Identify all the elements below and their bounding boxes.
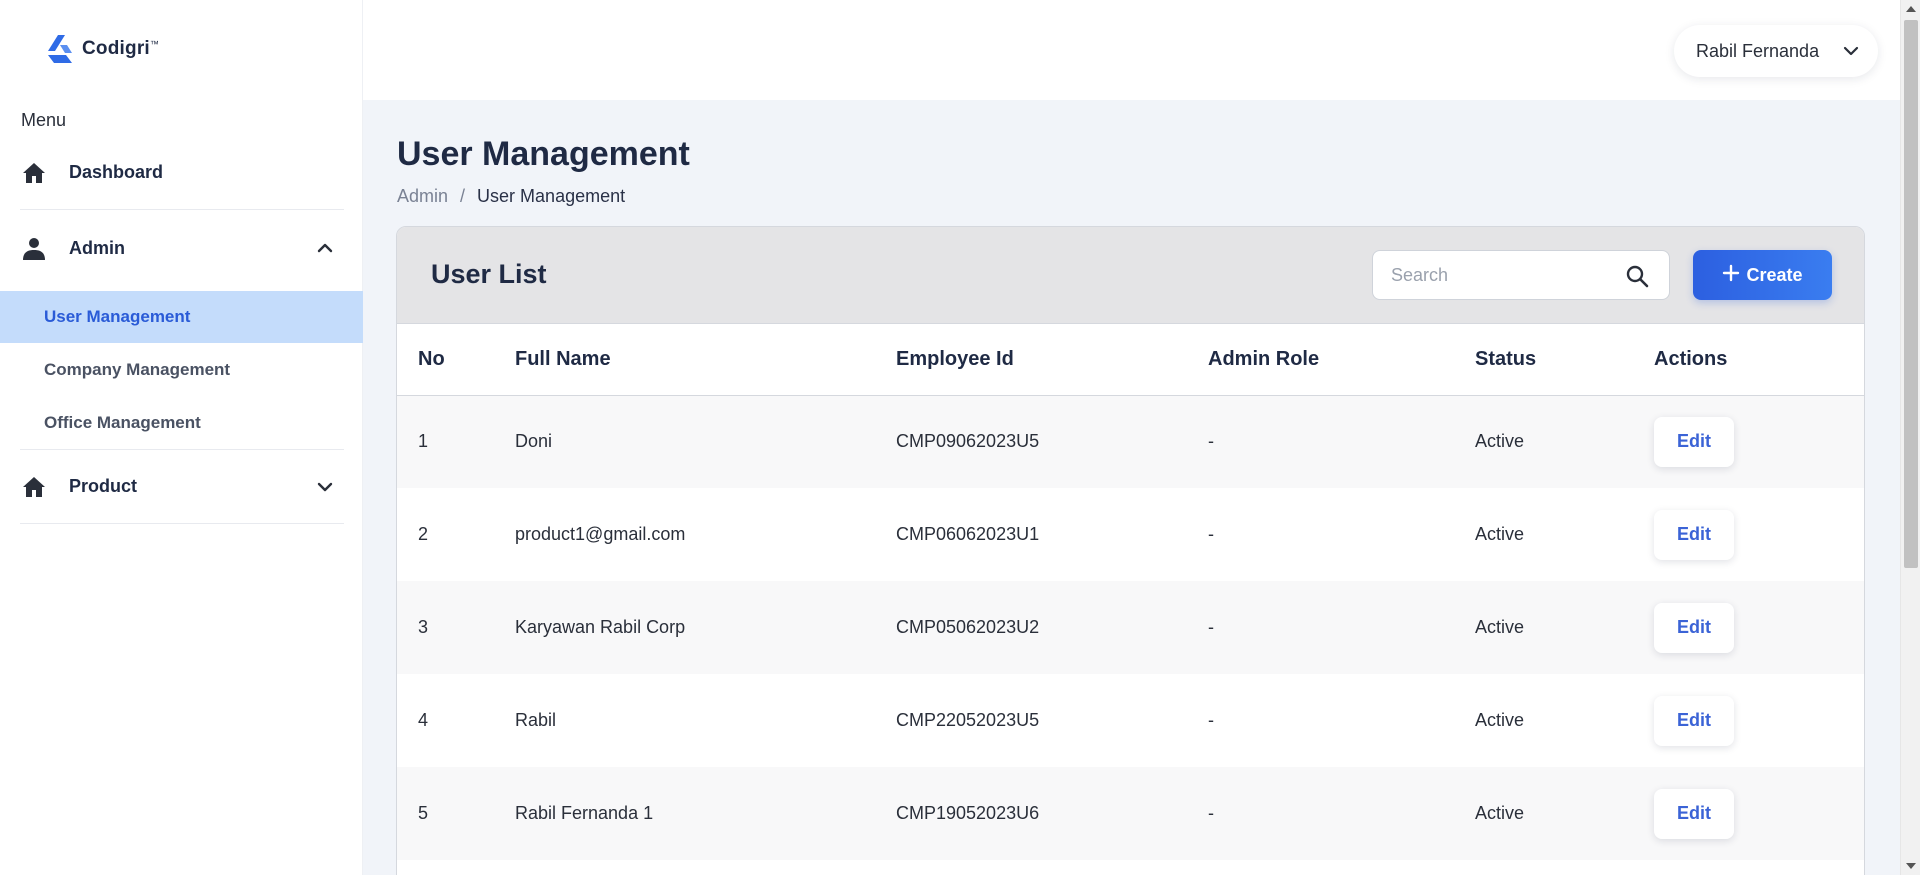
user-name: Rabil Fernanda bbox=[1696, 40, 1820, 61]
page-title: User Management bbox=[397, 135, 690, 173]
home-icon bbox=[20, 473, 48, 501]
sidebar-item-admin[interactable]: Admin bbox=[20, 211, 344, 285]
cell-full-name: Rabil Fernanda 1 bbox=[515, 767, 896, 860]
user-menu-button[interactable]: Rabil Fernanda bbox=[1674, 25, 1878, 77]
edit-button[interactable]: Edit bbox=[1654, 416, 1734, 467]
user-table: No Full Name Employee Id Admin Role Stat… bbox=[397, 324, 1864, 860]
page-scrollbar[interactable] bbox=[1900, 0, 1920, 875]
table-header-row: No Full Name Employee Id Admin Role Stat… bbox=[397, 324, 1864, 396]
column-header-no[interactable]: No bbox=[397, 324, 515, 396]
cell-status: Active bbox=[1475, 395, 1654, 488]
card-header: User List Create bbox=[397, 227, 1864, 324]
breadcrumb-separator: / bbox=[460, 186, 466, 206]
cell-no: 1 bbox=[397, 395, 515, 488]
sidebar: Codigri ™ Menu Dashboard Admin User Manag… bbox=[0, 0, 363, 875]
search-icon[interactable] bbox=[1625, 264, 1649, 293]
user-icon bbox=[20, 234, 48, 262]
cell-full-name: Karyawan Rabil Corp bbox=[515, 581, 896, 674]
table-row: 5 Rabil Fernanda 1 CMP19052023U6 - Activ… bbox=[397, 767, 1864, 860]
cell-full-name: Rabil bbox=[515, 674, 896, 767]
breadcrumb-current: User Management bbox=[477, 186, 626, 206]
cell-admin-role: - bbox=[1208, 488, 1475, 581]
sidebar-item-label: Dashboard bbox=[69, 162, 164, 182]
edit-button[interactable]: Edit bbox=[1654, 602, 1734, 653]
cell-actions: Edit bbox=[1654, 395, 1864, 488]
cell-full-name: product1@gmail.com bbox=[515, 488, 896, 581]
cell-actions: Edit bbox=[1654, 674, 1864, 767]
cell-employee-id: CMP19052023U6 bbox=[896, 767, 1208, 860]
cell-actions: Edit bbox=[1654, 581, 1864, 674]
column-header-full-name[interactable]: Full Name bbox=[515, 324, 896, 396]
create-button[interactable]: Create bbox=[1693, 250, 1832, 300]
plus-icon bbox=[1722, 264, 1740, 287]
sidebar-item-dashboard[interactable]: Dashboard bbox=[20, 136, 344, 210]
cell-status: Active bbox=[1475, 581, 1654, 674]
scrollbar-thumb[interactable] bbox=[1904, 20, 1918, 568]
topbar: Rabil Fernanda bbox=[363, 0, 1900, 100]
cell-admin-role: - bbox=[1208, 674, 1475, 767]
breadcrumb: Admin / User Management bbox=[397, 186, 625, 207]
sidebar-item-company-management[interactable]: Company Management bbox=[0, 344, 363, 396]
sidebar-item-product[interactable]: Product bbox=[20, 450, 344, 524]
chevron-up-icon[interactable] bbox=[314, 237, 336, 259]
cell-admin-role: - bbox=[1208, 581, 1475, 674]
edit-button[interactable]: Edit bbox=[1654, 788, 1734, 839]
sidebar-item-label: Product bbox=[69, 476, 138, 496]
cell-status: Active bbox=[1475, 674, 1654, 767]
chevron-down-icon[interactable] bbox=[314, 476, 336, 498]
cell-admin-role: - bbox=[1208, 395, 1475, 488]
table-row: 1 Doni CMP09062023U5 - Active Edit bbox=[397, 395, 1864, 488]
sidebar-item-user-management[interactable]: User Management bbox=[0, 291, 363, 343]
breadcrumb-parent[interactable]: Admin bbox=[397, 186, 448, 207]
cell-actions: Edit bbox=[1654, 488, 1864, 581]
card-title: User List bbox=[431, 259, 547, 289]
table-row: 3 Karyawan Rabil Corp CMP05062023U2 - Ac… bbox=[397, 581, 1864, 674]
column-header-admin-role[interactable]: Admin Role bbox=[1208, 324, 1475, 396]
scroll-up-icon[interactable] bbox=[1906, 6, 1916, 12]
menu-caption: Menu bbox=[21, 110, 67, 130]
search-field[interactable] bbox=[1372, 250, 1670, 300]
cell-status: Active bbox=[1475, 488, 1654, 581]
cell-no: 3 bbox=[397, 581, 515, 674]
edit-button[interactable]: Edit bbox=[1654, 509, 1734, 560]
chevron-down-icon bbox=[1842, 40, 1860, 67]
edit-button[interactable]: Edit bbox=[1654, 695, 1734, 746]
create-button-label: Create bbox=[1746, 264, 1803, 285]
cell-employee-id: CMP06062023U1 bbox=[896, 488, 1208, 581]
cell-full-name: Doni bbox=[515, 395, 896, 488]
user-list-card: User List Create No Full Name Employee I… bbox=[396, 226, 1865, 875]
table-row: 4 Rabil CMP22052023U5 - Active Edit bbox=[397, 674, 1864, 767]
sidebar-item-office-management[interactable]: Office Management bbox=[0, 397, 363, 449]
cell-employee-id: CMP09062023U5 bbox=[896, 395, 1208, 488]
search-input[interactable] bbox=[1391, 264, 1611, 286]
home-icon bbox=[20, 159, 48, 187]
cell-no: 4 bbox=[397, 674, 515, 767]
column-header-employee-id[interactable]: Employee Id bbox=[896, 324, 1208, 396]
sidebar-item-label: Admin bbox=[69, 237, 125, 258]
logo-trademark: ™ bbox=[149, 39, 159, 49]
logo-icon bbox=[46, 33, 74, 65]
cell-actions: Edit bbox=[1654, 767, 1864, 860]
cell-employee-id: CMP22052023U5 bbox=[896, 674, 1208, 767]
cell-no: 5 bbox=[397, 767, 515, 860]
cell-admin-role: - bbox=[1208, 767, 1475, 860]
logo-text: Codigri bbox=[82, 38, 150, 59]
table-row: 2 product1@gmail.com CMP06062023U1 - Act… bbox=[397, 488, 1864, 581]
cell-no: 2 bbox=[397, 488, 515, 581]
scroll-down-icon[interactable] bbox=[1906, 863, 1916, 869]
column-header-actions: Actions bbox=[1654, 324, 1864, 396]
cell-employee-id: CMP05062023U2 bbox=[896, 581, 1208, 674]
cell-status: Active bbox=[1475, 767, 1654, 860]
column-header-status[interactable]: Status bbox=[1475, 324, 1654, 396]
logo[interactable]: Codigri ™ bbox=[46, 33, 159, 65]
